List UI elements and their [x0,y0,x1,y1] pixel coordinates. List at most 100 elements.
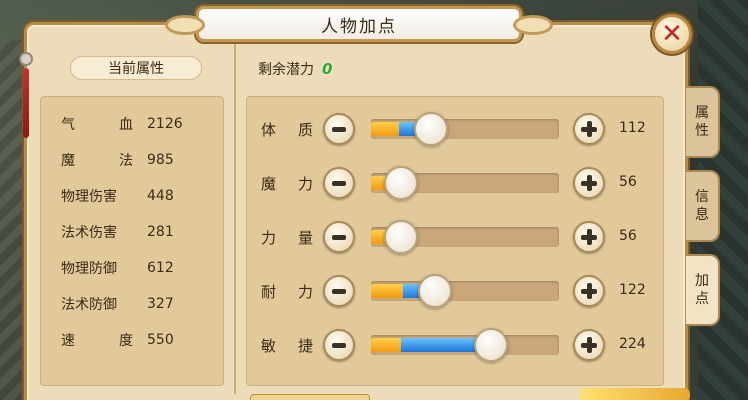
stat-name: 魔 法 [61,150,133,170]
attribute-label: 体 质 [261,119,313,140]
slider-knob[interactable] [414,112,448,146]
increase-button[interactable] [573,275,605,307]
decrease-button[interactable] [323,113,355,145]
stat-name: 物理防御 [61,261,117,277]
tab-label: 加点 [695,273,709,307]
tab-attributes[interactable]: 属性 [686,86,720,158]
slider-base-fill [371,284,403,298]
remaining-label: 剩余潜力 [258,62,314,78]
current-stats-box: 气 血 2126 魔 法 985 物理伤害 448 法术伤害 281 物理防御 … [40,96,224,386]
tab-label: 属性 [695,105,709,139]
stat-value: 2126 [147,116,183,132]
stat-row-hp: 气 血 2126 [61,113,183,135]
increase-button[interactable] [573,329,605,361]
increase-button[interactable] [573,113,605,145]
attribute-row-agility: 敏 捷 224 [247,327,665,363]
attribute-slider[interactable] [371,166,559,200]
tab-info[interactable]: 信息 [686,170,720,242]
attribute-label: 敏 捷 [261,335,313,356]
attribute-row-strength: 力 量 56 [247,219,665,255]
decrease-button[interactable] [323,329,355,361]
stat-row-phys-dmg: 物理伤害 448 [61,185,174,207]
attribute-value: 56 [619,174,637,190]
stat-name: 速 度 [61,330,133,350]
stat-name-char: 速 [61,333,75,349]
attribute-label: 耐 力 [261,281,313,302]
stat-name-char: 度 [119,333,133,349]
increase-button[interactable] [573,221,605,253]
attribute-label-char: 敏 [261,337,277,355]
current-stats-header: 当前属性 [70,56,202,80]
attribute-slider[interactable] [371,328,559,362]
attribute-label-char: 力 [297,283,313,301]
attribute-value: 56 [619,228,637,244]
attribute-label-char: 量 [297,229,313,247]
stat-name: 法术伤害 [61,225,117,241]
tab-add-points[interactable]: 加点 [686,254,720,326]
attribute-value: 112 [619,120,646,136]
decrease-button[interactable] [323,167,355,199]
attribute-label: 力 量 [261,227,313,248]
title-wing-right [513,15,553,35]
increase-button[interactable] [573,167,605,199]
stat-name-char: 气 [61,117,75,133]
plus-icon [581,121,597,137]
plus-icon [581,283,597,299]
tab-label: 信息 [695,189,709,223]
plus-icon [581,175,597,191]
bottom-gold-decoration [580,388,690,400]
decrease-button[interactable] [323,221,355,253]
attribute-label-char: 耐 [261,283,277,301]
stat-name-char: 魔 [61,153,75,169]
attribute-value: 224 [619,336,646,352]
attribute-slider[interactable] [371,220,559,254]
attribute-row-endurance: 耐 力 122 [247,273,665,309]
slider-base-fill [371,122,399,136]
minus-icon [332,234,346,240]
decrease-button[interactable] [323,275,355,307]
plus-icon [581,229,597,245]
slider-knob[interactable] [418,274,452,308]
attribute-label-char: 体 [261,121,277,139]
close-button[interactable]: ✕ [652,14,692,54]
tassel-decoration [18,52,34,152]
slider-base-fill [371,338,401,352]
slider-knob[interactable] [474,328,508,362]
stat-row-phys-def: 物理防御 612 [61,257,174,279]
attribute-label-char: 质 [297,121,313,139]
attribute-row-magic: 魔 力 56 [247,165,665,201]
stat-row-magic-def: 法术防御 327 [61,293,174,315]
window-title: 人物加点 [321,16,397,37]
stat-row-magic-dmg: 法术伤害 281 [61,221,174,243]
attribute-value: 122 [619,282,646,298]
stat-row-mp: 魔 法 985 [61,149,174,171]
slider-knob[interactable] [384,166,418,200]
title-wing-left [165,15,205,35]
remaining-value: 0 [322,60,333,78]
stat-value: 327 [147,296,174,312]
plus-icon [581,337,597,353]
tassel-cord [23,68,29,138]
minus-icon [332,126,346,132]
attribute-slider[interactable] [371,112,559,146]
stat-value: 612 [147,260,174,276]
tassel-knot [19,52,33,66]
stat-value: 550 [147,332,174,348]
stat-name-char: 法 [119,153,133,169]
stat-value: 985 [147,152,174,168]
stat-name: 法术防御 [61,297,117,313]
bottom-action-button[interactable] [250,394,370,400]
stat-value: 448 [147,188,174,204]
stat-name-char: 血 [119,117,133,133]
attribute-allocation-box: 体 质 112 魔 力 56 力 量 56 耐 力 122 敏 捷 224 [246,96,664,386]
remaining-points: 剩余潜力 0 [258,58,332,80]
panel-divider [234,44,236,394]
attribute-label: 魔 力 [261,173,313,194]
slider-knob[interactable] [384,220,418,254]
attribute-row-constitution: 体 质 112 [247,111,665,147]
minus-icon [332,180,346,186]
attribute-label-char: 捷 [297,337,313,355]
stat-name: 物理伤害 [61,189,117,205]
minus-icon [332,342,346,348]
attribute-slider[interactable] [371,274,559,308]
